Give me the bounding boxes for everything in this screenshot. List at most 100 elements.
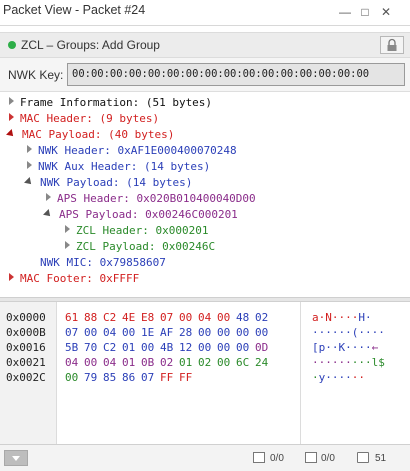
hex-byte[interactable]: 70 [84, 340, 103, 355]
minimize-button[interactable]: — [337, 4, 353, 20]
hex-byte[interactable]: AF [160, 325, 179, 340]
hex-byte[interactable]: 0B [141, 355, 160, 370]
tree-node-mac-footer[interactable]: MAC Footer: 0xFFFF [9, 271, 139, 287]
collapse-arrow-icon[interactable] [43, 209, 53, 219]
hex-byte[interactable]: 04 [65, 355, 84, 370]
expand-arrow-icon[interactable] [9, 97, 14, 105]
hex-byte[interactable]: C2 [103, 340, 122, 355]
hex-ascii-segment[interactable]: H· [358, 311, 371, 324]
hex-ascii-segment[interactable]: ···l$ [352, 356, 385, 369]
hex-ascii-segment[interactable]: · [312, 371, 319, 384]
hex-byte[interactable]: 00 [122, 325, 141, 340]
hex-byte[interactable]: 6C [236, 355, 255, 370]
tree-node-nwk-payload[interactable]: NWK Payload: (14 bytes) [24, 175, 192, 191]
hex-byte[interactable]: 04 [198, 310, 217, 325]
tree-node-nwk-header[interactable]: NWK Header: 0xAF1E000400070248 [27, 143, 237, 159]
expand-arrow-icon[interactable] [65, 241, 70, 249]
hex-byte[interactable]: 02 [198, 355, 217, 370]
hex-byte[interactable]: 00 [236, 340, 255, 355]
hex-byte[interactable]: 04 [103, 325, 122, 340]
hex-byte[interactable]: 00 [198, 325, 217, 340]
hex-byte[interactable]: 48 [236, 310, 255, 325]
tree-node-nwk-aux-header[interactable]: NWK Aux Header: (14 bytes) [27, 159, 210, 175]
hex-byte[interactable]: 79 [84, 370, 103, 385]
hex-byte[interactable]: 28 [179, 325, 198, 340]
tree-node-frame-information[interactable]: Frame Information: (51 bytes) [9, 95, 212, 111]
hex-byte[interactable]: FF [179, 370, 198, 385]
hex-byte[interactable]: 0D [255, 340, 274, 355]
comment-icon [305, 452, 317, 463]
nwk-key-field[interactable]: 00:00:00:00:00:00:00:00:00:00:00:00:00:0… [67, 63, 405, 86]
hex-ascii-row: a·N····H· [312, 310, 410, 325]
tree-node-aps-payload[interactable]: APS Payload: 0x00246C000201 [43, 207, 238, 223]
hex-ascii-segment[interactable]: y···· [319, 371, 352, 384]
hex-byte[interactable]: 4B [160, 340, 179, 355]
packet-size: 51 [375, 453, 387, 464]
tree-node-nwk-mic[interactable]: NWK MIC: 0x79858607 [40, 255, 166, 271]
hex-byte[interactable]: 88 [84, 310, 103, 325]
hex-byte[interactable]: 00 [217, 340, 236, 355]
options-dropdown-button[interactable] [4, 450, 28, 466]
lock-button[interactable] [380, 36, 404, 54]
hex-byte[interactable]: 02 [160, 355, 179, 370]
hex-byte[interactable]: 01 [179, 355, 198, 370]
hex-byte-row: 04 00 04 01 0B 02 01 02 00 6C 24 [65, 355, 300, 370]
collapse-arrow-icon[interactable] [24, 177, 34, 187]
tree-node-mac-header[interactable]: MAC Header: (9 bytes) [9, 111, 159, 127]
hex-byte[interactable]: 00 [141, 340, 160, 355]
hex-byte[interactable]: 00 [198, 340, 217, 355]
hex-ascii-segment[interactable]: ← [372, 341, 379, 354]
hex-ascii-segment[interactable]: ······ [312, 356, 352, 369]
hex-byte[interactable]: 07 [65, 325, 84, 340]
hex-byte[interactable]: 02 [255, 310, 274, 325]
hex-byte[interactable]: 00 [236, 325, 255, 340]
hex-byte[interactable]: 5B [65, 340, 84, 355]
hex-ascii-segment[interactable]: ······(···· [312, 326, 385, 339]
nwk-key-label: NWK Key: [8, 68, 64, 82]
hex-byte[interactable]: 07 [141, 370, 160, 385]
close-button[interactable]: ✕ [378, 4, 394, 20]
hex-byte[interactable]: 00 [65, 370, 84, 385]
hex-byte[interactable]: 1E [141, 325, 160, 340]
tree-node-aps-header[interactable]: APS Header: 0x020B010400040D00 [46, 191, 256, 207]
tree-node-zcl-header[interactable]: ZCL Header: 0x000201 [65, 223, 208, 239]
hex-byte[interactable]: 00 [217, 310, 236, 325]
hex-ascii-segment[interactable]: ·· [352, 371, 365, 384]
hex-ascii-segment[interactable]: [p··K···· [312, 341, 372, 354]
hex-byte[interactable]: E8 [141, 310, 160, 325]
hex-byte[interactable]: 4E [122, 310, 141, 325]
hex-bytes-column[interactable]: 61 88 C2 4E E8 07 00 04 00 48 02 07 00 04 00 1E AF 28 00 00… [57, 302, 301, 444]
tree-node-mac-payload[interactable]: MAC Payload: (40 bytes) [6, 127, 174, 143]
hex-byte[interactable]: 86 [122, 370, 141, 385]
hex-byte[interactable]: 01 [122, 355, 141, 370]
tree-node-zcl-payload[interactable]: ZCL Payload: 0x00246C [65, 239, 215, 255]
hex-byte[interactable]: 00 [217, 355, 236, 370]
tree-node-label: ZCL Header: 0x000201 [76, 224, 209, 237]
expand-arrow-icon[interactable] [9, 273, 14, 281]
hex-ascii-segment[interactable]: a·N···· [312, 311, 358, 324]
hex-byte[interactable]: 12 [179, 340, 198, 355]
hex-byte[interactable]: 00 [84, 325, 103, 340]
expand-arrow-icon[interactable] [27, 161, 32, 169]
hex-byte[interactable]: 24 [255, 355, 274, 370]
hex-offset: 0x0000 [6, 311, 46, 324]
hex-byte[interactable]: FF [160, 370, 179, 385]
hex-byte[interactable]: 85 [103, 370, 122, 385]
hex-byte[interactable]: 00 [217, 325, 236, 340]
maximize-button[interactable]: □ [357, 4, 373, 20]
expand-arrow-icon[interactable] [27, 145, 32, 153]
hex-byte[interactable]: C2 [103, 310, 122, 325]
hex-byte[interactable]: 04 [103, 355, 122, 370]
expand-arrow-icon[interactable] [46, 193, 51, 201]
hex-ascii-column[interactable]: a·N····H· ······(···· [p··K····← ·········l… [302, 302, 410, 444]
hex-byte[interactable]: 01 [122, 340, 141, 355]
collapse-arrow-icon[interactable] [6, 129, 16, 139]
hex-byte[interactable]: 00 [255, 325, 274, 340]
hex-byte[interactable]: 07 [160, 310, 179, 325]
tree-node-label: NWK Header: 0xAF1E000400070248 [38, 144, 237, 157]
hex-byte[interactable]: 61 [65, 310, 84, 325]
expand-arrow-icon[interactable] [9, 113, 14, 121]
hex-byte[interactable]: 00 [179, 310, 198, 325]
hex-byte[interactable]: 00 [84, 355, 103, 370]
expand-arrow-icon[interactable] [65, 225, 70, 233]
